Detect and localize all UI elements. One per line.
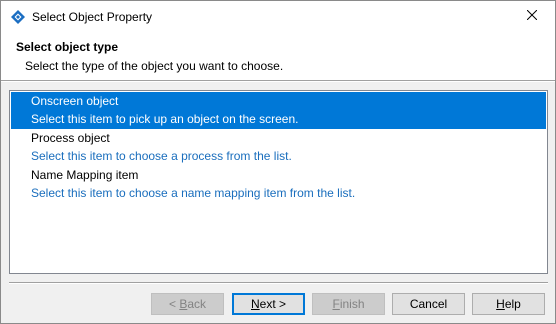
back-button-prefix: < [168,297,180,311]
cancel-button-label: Cancel [409,297,448,311]
finish-button[interactable]: Finish [312,293,385,315]
back-button[interactable]: < Back [151,293,224,315]
list-item-description: Select this item to choose a process fro… [31,149,292,163]
title-bar: Select Object Property [1,1,555,32]
list-item-onscreen-object[interactable]: Onscreen object Select this item to pick… [11,92,546,129]
list-item-name: Process object [31,131,110,145]
next-button-label: ext > [259,297,287,311]
close-button[interactable] [509,1,555,31]
back-button-label: ack [187,297,207,311]
app-icon [10,9,26,25]
object-type-list[interactable]: Onscreen object Select this item to pick… [9,90,548,274]
dialog-window: Select Object Property Select object typ… [0,0,556,324]
wizard-header: Select object type Select the type of th… [1,32,555,80]
finish-button-label: inish [339,297,365,311]
cancel-button[interactable]: Cancel [392,293,465,315]
page-title: Select object type [16,40,119,54]
page-subtitle: Select the type of the object you want t… [25,59,284,73]
list-item-process-object[interactable]: Process object Select this item to choos… [11,129,546,166]
window-title: Select Object Property [32,10,153,24]
finish-button-mnemonic: F [332,297,340,311]
footer-divider-highlight [9,283,548,284]
close-icon [526,9,538,23]
next-button[interactable]: Next > [232,293,305,315]
next-button-mnemonic: N [250,297,260,311]
header-divider-highlight [1,81,555,82]
help-button[interactable]: Help [472,293,545,315]
list-item-description: Select this item to choose a name mappin… [31,186,356,200]
list-item-description: Select this item to pick up an object on… [31,112,299,126]
list-item-name-mapping-item[interactable]: Name Mapping item Select this item to ch… [11,166,546,203]
list-item-name: Onscreen object [31,94,119,108]
list-item-name: Name Mapping item [31,168,139,182]
help-button-mnemonic: H [496,297,505,311]
help-button-label: elp [504,297,521,311]
